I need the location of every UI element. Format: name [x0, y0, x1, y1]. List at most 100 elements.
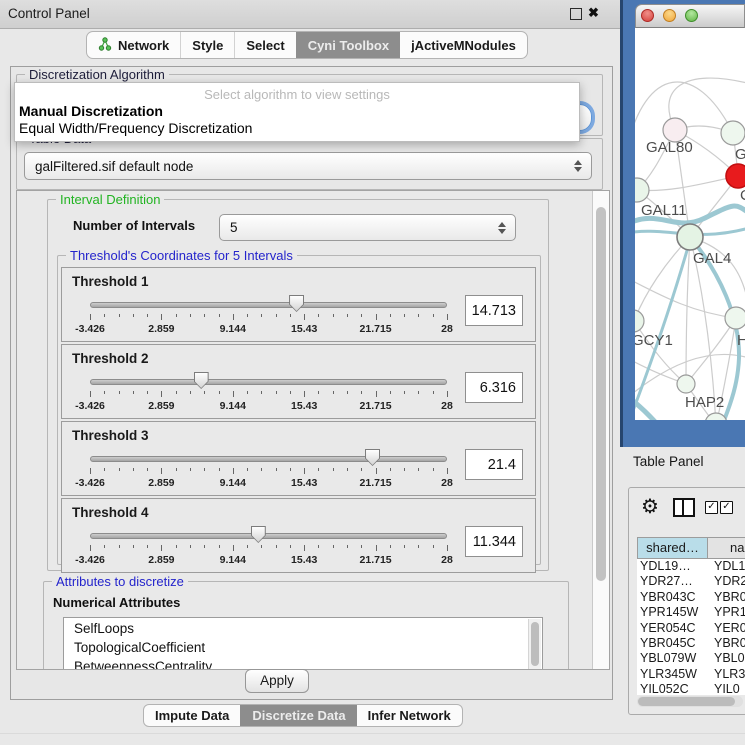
table-cell[interactable]: YIL0 — [706, 682, 745, 695]
split-panel-icon[interactable] — [673, 498, 695, 517]
tick-mark — [304, 468, 305, 474]
network-node-c[interactable] — [726, 164, 745, 188]
table-cell[interactable]: YDL19… — [637, 559, 706, 574]
network-node-ga[interactable] — [721, 121, 745, 145]
tick-mark — [219, 314, 220, 317]
table-data-combobox[interactable]: galFiltered.sif default node — [24, 152, 592, 180]
attributes-scrollbar-thumb[interactable] — [531, 622, 539, 666]
table-cell[interactable]: YDR2 — [706, 574, 745, 589]
tab-cyni-toolbox[interactable]: Cyni Toolbox — [296, 32, 400, 58]
tab-impute-data[interactable]: Impute Data — [144, 705, 240, 726]
tick-mark — [119, 391, 120, 394]
threshold-label: Threshold 4 — [72, 505, 149, 520]
table-row[interactable]: YBR043CYBR0 — [637, 590, 745, 605]
table-cell[interactable]: YER0 — [706, 621, 745, 636]
table-row[interactable]: YIL052CYIL0 — [637, 682, 745, 695]
slider-thumb[interactable] — [365, 449, 380, 466]
table-row[interactable]: YDR27…YDR2 — [637, 574, 745, 589]
minimize-traffic-light[interactable] — [663, 9, 676, 22]
slider-thumb[interactable] — [251, 526, 266, 543]
tick-mark — [418, 545, 419, 548]
table-row[interactable]: YBL079WYBL0 — [637, 651, 745, 666]
table-cell[interactable]: YPR1 — [706, 605, 745, 620]
threshold-slider[interactable]: -3.4262.8599.14415.4321.71528 — [90, 292, 447, 338]
table-hscrollbar-thumb[interactable] — [638, 697, 735, 706]
table-cell[interactable]: YBL0 — [706, 651, 745, 666]
table-cell[interactable]: YDR27… — [637, 574, 706, 589]
settings-scrollbar[interactable] — [592, 191, 609, 669]
threshold-slider[interactable]: -3.4262.8599.14415.4321.71528 — [90, 523, 447, 569]
attributes-scrollbar[interactable] — [528, 619, 541, 670]
table-cell[interactable]: YDL1 — [706, 559, 745, 574]
table-cell[interactable]: YPR145W — [637, 605, 706, 620]
settings-scrollbar-thumb[interactable] — [596, 207, 606, 581]
slider-track — [90, 302, 447, 308]
threshold-value-field[interactable]: 21.4 — [465, 449, 523, 480]
tick-mark — [347, 314, 348, 317]
zoom-traffic-light[interactable] — [685, 9, 698, 22]
network-node[interactable] — [705, 413, 727, 420]
table-row[interactable]: YDL19…YDL1 — [637, 559, 745, 574]
table-row[interactable]: YBR045CYBR0 — [637, 636, 745, 651]
float-icon[interactable] — [570, 8, 582, 20]
algorithm-fieldset-title: Discretization Algorithm — [25, 67, 169, 82]
table-cell[interactable]: YBR0 — [706, 636, 745, 651]
threshold-value-field[interactable]: 14.713 — [465, 295, 523, 326]
column-header-shared-name[interactable]: shared… — [638, 538, 708, 558]
tick-mark — [290, 545, 291, 548]
table-cell[interactable]: YBL079W — [637, 651, 706, 666]
table-row[interactable]: YER054CYER0 — [637, 621, 745, 636]
table-cell[interactable]: YLR345W — [637, 667, 706, 682]
network-node-gal11[interactable] — [635, 178, 649, 202]
threshold-value-field[interactable]: 6.316 — [465, 372, 523, 403]
checkbox-checked-icon[interactable]: ✓ — [705, 501, 718, 514]
apply-button[interactable]: Apply — [245, 669, 309, 693]
table-hscrollbar[interactable] — [637, 696, 743, 707]
tick-mark — [204, 314, 205, 317]
network-node-h[interactable] — [725, 307, 745, 329]
threshold-value-field[interactable]: 11.344 — [465, 526, 523, 557]
attribute-list-item[interactable]: SelfLoops — [64, 618, 542, 637]
tab-discretize-data[interactable]: Discretize Data — [240, 705, 356, 726]
tick-label: 9.144 — [220, 400, 246, 412]
network-icon — [98, 37, 112, 54]
tick-mark — [176, 545, 177, 548]
tab-select[interactable]: Select — [234, 32, 295, 58]
attribute-list-item[interactable]: BetweennessCentrality — [64, 656, 542, 670]
tab-network[interactable]: Network — [87, 32, 180, 58]
slider-thumb[interactable] — [289, 295, 304, 312]
table-cell[interactable]: YLR3 — [706, 667, 745, 682]
network-node-gal4[interactable] — [677, 224, 703, 250]
table-row[interactable]: YLR345WYLR3 — [637, 667, 745, 682]
attribute-list-item[interactable]: TopologicalCoefficient — [64, 637, 542, 656]
table-cell[interactable]: YER054C — [637, 621, 706, 636]
table-cell[interactable]: YBR0 — [706, 590, 745, 605]
table-cell[interactable]: YIL052C — [637, 682, 706, 695]
tick-mark — [318, 545, 319, 548]
network-node-hap2[interactable] — [677, 375, 695, 393]
slider-thumb[interactable] — [194, 372, 209, 389]
dropdown-option-equal-width[interactable]: Equal Width/Frequency Discretization — [19, 120, 252, 136]
network-node-gcy1[interactable] — [635, 310, 644, 332]
dropdown-option-manual[interactable]: Manual Discretization — [19, 103, 163, 119]
close-icon[interactable]: ✖ — [588, 5, 599, 21]
table-cell[interactable]: YBR045C — [637, 636, 706, 651]
tick-mark — [233, 391, 234, 397]
threshold-slider[interactable]: -3.4262.8599.14415.4321.71528 — [90, 446, 447, 492]
checkbox-checked-icon[interactable]: ✓ — [720, 501, 733, 514]
threshold-slider[interactable]: -3.4262.8599.14415.4321.71528 — [90, 369, 447, 415]
intervals-spinner[interactable]: 5 — [219, 214, 516, 241]
gear-icon[interactable]: ⚙ — [641, 494, 659, 519]
tick-mark — [90, 468, 91, 474]
network-canvas[interactable]: GAL80GACGAL11GAL4GCY1HHAP2 — [635, 28, 745, 420]
column-header-name[interactable]: na — [708, 538, 745, 558]
close-traffic-light[interactable] — [641, 9, 654, 22]
table-rows: YDL19…YDL1YDR27…YDR2YBR043CYBR0YPR145WYP… — [637, 559, 745, 695]
intervals-label: Number of Intervals — [73, 218, 195, 233]
attributes-title: Attributes to discretize — [52, 574, 188, 589]
tab-infer-network[interactable]: Infer Network — [357, 705, 462, 726]
tab-jactivemnodules[interactable]: jActiveMNodules — [400, 32, 527, 58]
tab-style[interactable]: Style — [180, 32, 234, 58]
table-cell[interactable]: YBR043C — [637, 590, 706, 605]
table-row[interactable]: YPR145WYPR1 — [637, 605, 745, 620]
